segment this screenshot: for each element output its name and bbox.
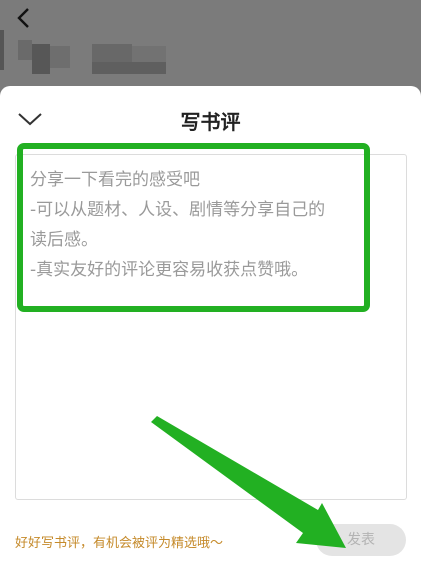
background-page [0, 0, 421, 96]
image-edge [0, 30, 4, 70]
sheet-title: 写书评 [180, 110, 241, 134]
annotation-highlight-box [17, 143, 370, 312]
blurred-avatar [18, 40, 32, 60]
featured-tip: 好好写书评，有机会被评为精选哦～ [15, 536, 224, 551]
blurred-username [92, 44, 132, 62]
publish-button[interactable]: 发表 [316, 524, 406, 556]
chevron-left-icon[interactable] [12, 6, 36, 30]
blurred-avatar [32, 44, 50, 74]
blurred-avatar [50, 46, 70, 68]
blurred-username [92, 62, 166, 74]
blurred-username [132, 46, 166, 62]
